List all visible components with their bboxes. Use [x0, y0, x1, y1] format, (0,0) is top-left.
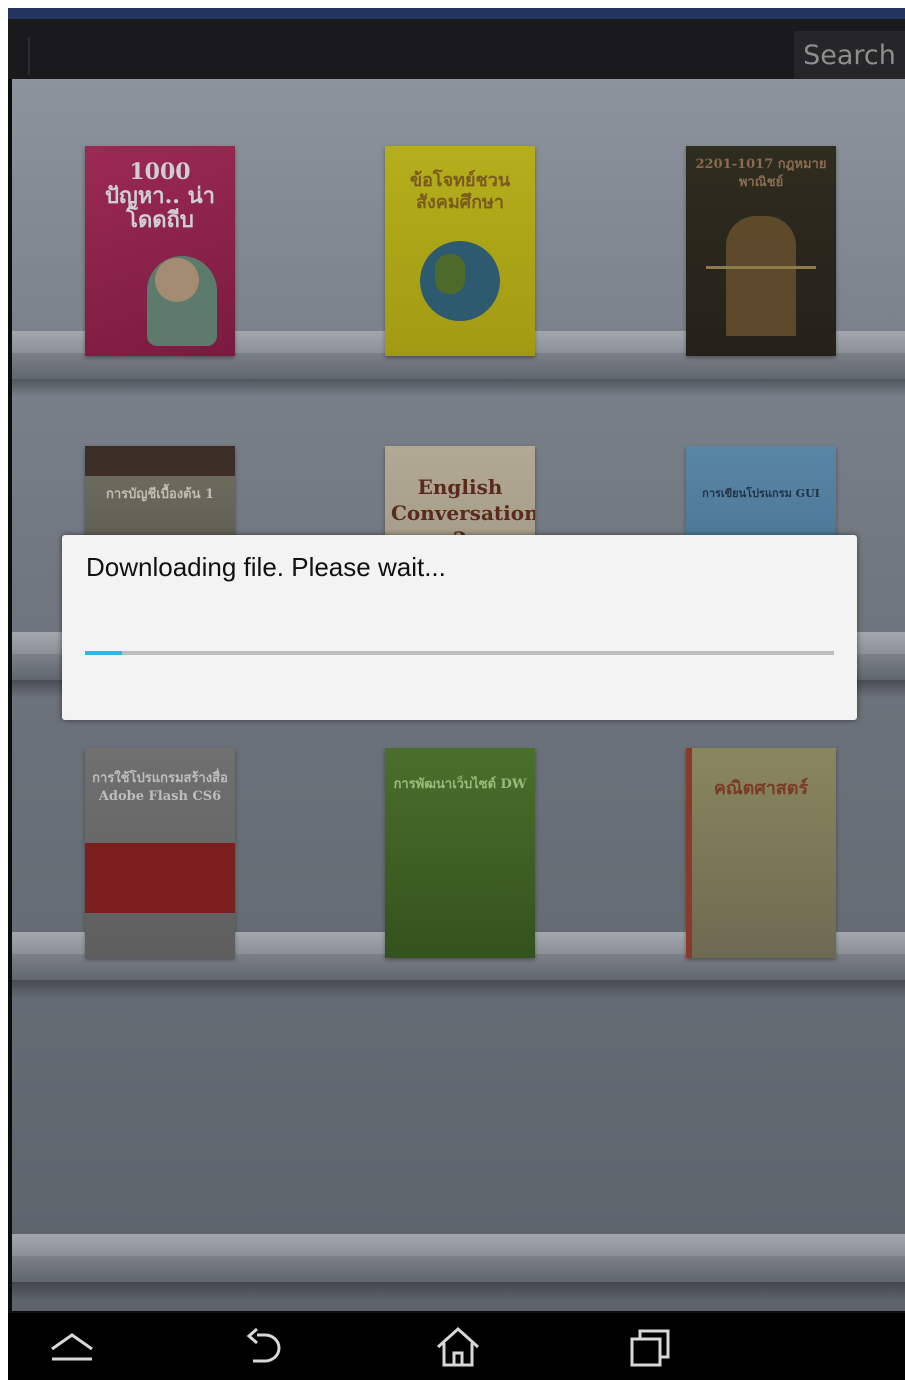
book-cover-title: การเขียนโปรแกรม GUI [702, 487, 820, 500]
back-icon[interactable] [237, 1325, 297, 1369]
toolbar-divider [28, 37, 30, 75]
status-strip [8, 8, 905, 19]
shelf-board-front [12, 1256, 905, 1282]
recent-apps-icon[interactable] [620, 1325, 680, 1369]
menu-up-icon[interactable] [42, 1325, 102, 1369]
shelf-shadow [12, 980, 905, 998]
book-cover[interactable]: 1000 ปัญหา.. น่าโดดถีบ [85, 146, 235, 356]
book-cover[interactable]: 2201-1017 กฎหมายพาณิชย์ [686, 146, 836, 356]
shelf-shadow [12, 379, 905, 397]
book-cover-title: ข้อโจทย์ชวน สังคมศึกษา [409, 170, 511, 213]
book-cover[interactable]: การใช้โปรแกรมสร้างสื่อ Adobe Flash CS6 [85, 748, 235, 958]
dialog-message: Downloading file. Please wait... [86, 552, 446, 582]
shelf-board-front [12, 353, 905, 379]
book-cover[interactable]: คณิตศาสตร์ [686, 748, 836, 958]
book-cover-title: การใช้โปรแกรมสร้างสื่อ Adobe Flash CS6 [92, 771, 228, 804]
book-cover-title: 2201-1017 กฎหมายพาณิชย์ [695, 157, 827, 190]
book-cover-title: 1000 ปัญหา.. น่าโดดถีบ [105, 159, 215, 233]
book-cover-title: การบัญชีเบื้องต้น 1 [105, 487, 215, 502]
home-icon[interactable] [428, 1325, 488, 1369]
top-toolbar: Search [8, 19, 905, 81]
book-cover[interactable]: การพัฒนาเว็บไซต์ DW [385, 748, 535, 958]
shelf-shadow [12, 1282, 905, 1300]
progress-bar-fill [85, 651, 123, 655]
shelf-board [12, 1234, 905, 1256]
progress-bar [85, 651, 834, 655]
book-cover-title: การพัฒนาเว็บไซต์ DW [393, 777, 527, 792]
download-progress-dialog: Downloading file. Please wait... [62, 535, 857, 720]
book-cover-title: คณิตศาสตร์ [713, 778, 809, 799]
navigation-bar [8, 1313, 905, 1380]
search-button[interactable]: Search [794, 31, 905, 81]
book-cover[interactable]: ข้อโจทย์ชวน สังคมศึกษา [385, 146, 535, 356]
